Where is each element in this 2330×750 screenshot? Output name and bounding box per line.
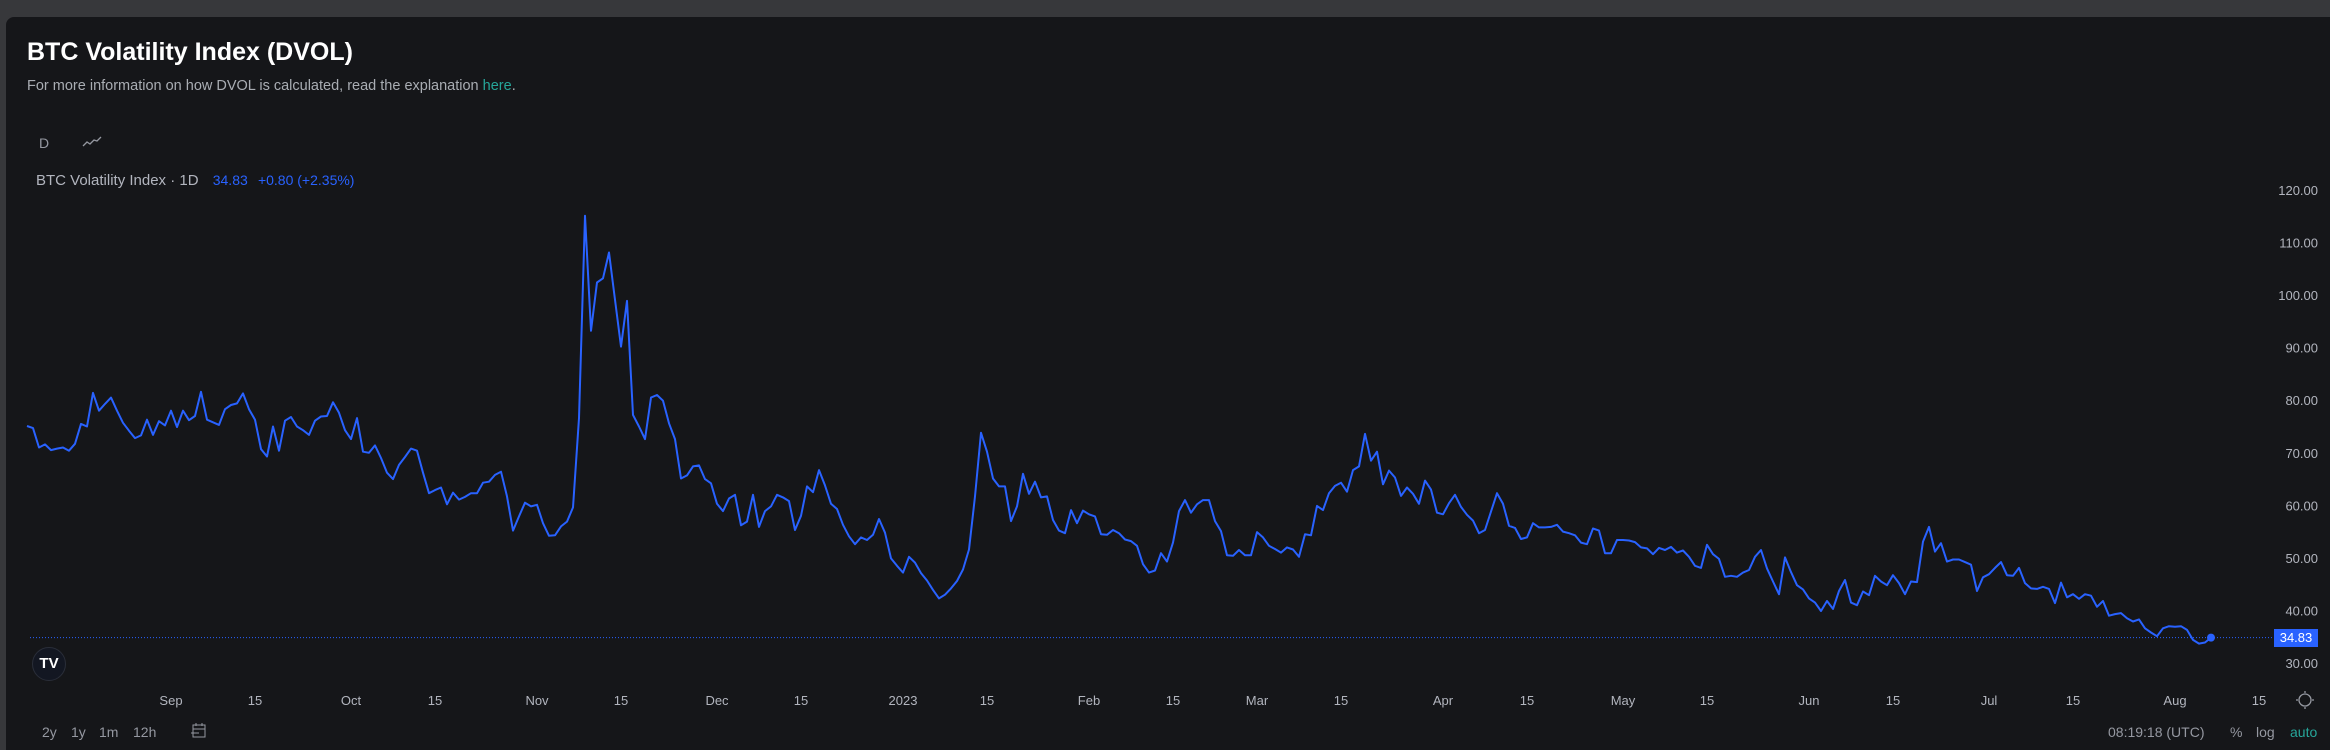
x-tick-label: Aug bbox=[2163, 693, 2186, 708]
y-axis: 120.00 110.00 100.00 90.00 80.00 70.00 60.00 50… bbox=[2278, 183, 2318, 671]
range-2y-button[interactable]: 2y bbox=[42, 724, 57, 740]
settings-gear-icon[interactable] bbox=[2296, 691, 2314, 709]
x-tick-label: Dec bbox=[705, 693, 729, 708]
x-tick-label: 15 bbox=[1166, 693, 1180, 708]
range-1m-button[interactable]: 1m bbox=[99, 724, 118, 740]
chart-canvas[interactable]: 120.00 110.00 100.00 90.00 80.00 70.00 60.00 50… bbox=[0, 0, 2330, 750]
x-axis: Sep 15 Oct 15 Nov 15 Dec 15 2023 15 Feb 15 Mar 15 Apr 1… bbox=[159, 693, 2266, 708]
x-tick-label: Sep bbox=[159, 693, 182, 708]
y-tick-label: 110.00 bbox=[2279, 236, 2318, 251]
x-tick-label: May bbox=[1611, 693, 1636, 708]
x-tick-label: 15 bbox=[248, 693, 262, 708]
y-tick-label: 50.00 bbox=[2285, 551, 2318, 566]
x-tick-label: 15 bbox=[2066, 693, 2080, 708]
x-tick-label: 15 bbox=[2252, 693, 2266, 708]
range-12h-button[interactable]: 12h bbox=[133, 724, 156, 740]
x-tick-label: 15 bbox=[1334, 693, 1348, 708]
x-tick-label: Feb bbox=[1078, 693, 1100, 708]
y-tick-label: 100.00 bbox=[2278, 288, 2318, 303]
y-tick-label: 60.00 bbox=[2285, 498, 2318, 513]
y-tick-label: 30.00 bbox=[2285, 656, 2318, 671]
x-tick-label: 2023 bbox=[889, 693, 918, 708]
y-tick-label: 80.00 bbox=[2285, 393, 2318, 408]
x-tick-label: Mar bbox=[1246, 693, 1269, 708]
x-tick-label: 15 bbox=[1520, 693, 1534, 708]
log-scale-toggle[interactable]: log bbox=[2256, 724, 2275, 740]
auto-scale-toggle[interactable]: auto bbox=[2290, 724, 2317, 740]
x-tick-label: 15 bbox=[794, 693, 808, 708]
series-line-btc-dvol bbox=[26, 214, 2212, 645]
last-point-marker bbox=[2207, 633, 2215, 642]
x-tick-label: Jul bbox=[1981, 693, 1998, 708]
tradingview-logo[interactable]: TV bbox=[32, 647, 66, 681]
calendar-range-icon[interactable] bbox=[190, 722, 208, 743]
x-tick-label: Oct bbox=[341, 693, 362, 708]
y-tick-label: 120.00 bbox=[2278, 183, 2318, 198]
x-tick-label: Nov bbox=[525, 693, 549, 708]
percent-scale-toggle[interactable]: % bbox=[2230, 724, 2242, 740]
y-tick-label: 40.00 bbox=[2285, 603, 2318, 618]
x-tick-label: 15 bbox=[980, 693, 994, 708]
y-tick-label: 70.00 bbox=[2285, 446, 2318, 461]
clock-utc[interactable]: 08:19:18 (UTC) bbox=[2108, 724, 2204, 740]
x-tick-label: 15 bbox=[1886, 693, 1900, 708]
range-1y-button[interactable]: 1y bbox=[71, 724, 86, 740]
x-tick-label: Apr bbox=[1433, 693, 1454, 708]
last-price-tag: 34.83 bbox=[2274, 628, 2318, 647]
x-tick-label: Jun bbox=[1799, 693, 1820, 708]
x-tick-label: 15 bbox=[1700, 693, 1714, 708]
x-tick-label: 15 bbox=[428, 693, 442, 708]
x-tick-label: 15 bbox=[614, 693, 628, 708]
y-tick-label: 90.00 bbox=[2285, 341, 2318, 356]
